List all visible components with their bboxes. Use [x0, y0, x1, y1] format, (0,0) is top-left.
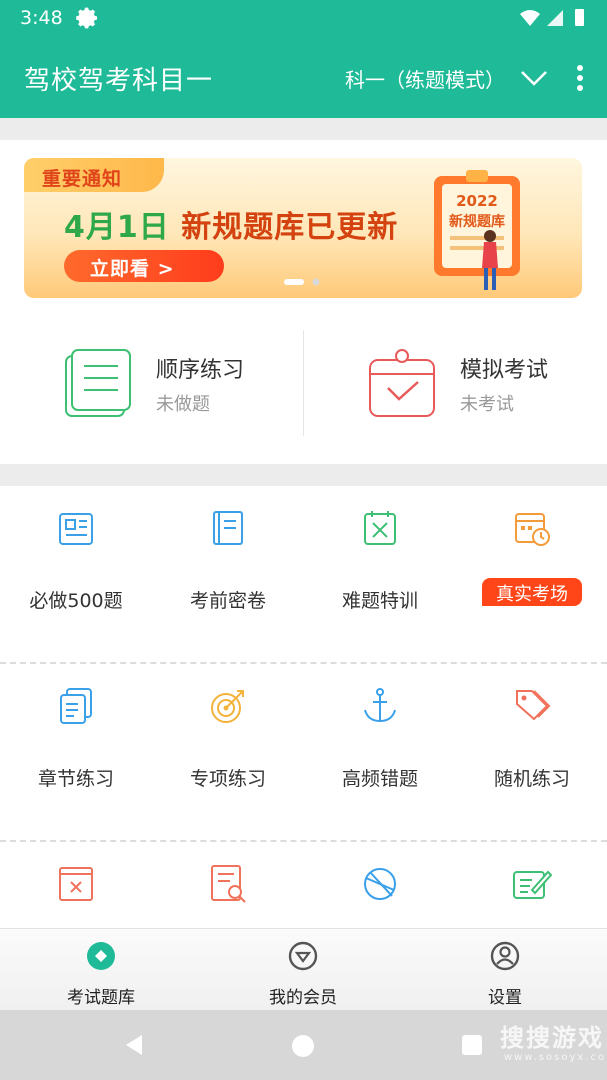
- edit-note-icon: [513, 870, 552, 899]
- nav-question-bank[interactable]: 考试题库: [0, 929, 202, 1011]
- nav-label: 设置: [488, 988, 522, 1008]
- back-icon[interactable]: [122, 1033, 146, 1057]
- book-icon: [213, 511, 243, 545]
- anchor-icon: [364, 688, 396, 723]
- practice-subtitle: 未考试: [460, 394, 514, 415]
- banner-headline-text: 新规题库已更新: [181, 210, 399, 245]
- special-practice[interactable]: 专项练习: [152, 664, 304, 842]
- battery-icon: [575, 9, 584, 26]
- settings-gear-icon: [76, 7, 97, 29]
- chapter-practice[interactable]: 章节练习: [0, 664, 152, 842]
- more-vert-icon[interactable]: [575, 64, 585, 92]
- recents-icon[interactable]: [462, 1035, 482, 1055]
- tags-icon: [516, 690, 551, 721]
- no-entry-icon: [364, 868, 396, 900]
- must-do-500[interactable]: 必做500题: [0, 486, 152, 664]
- grid-cell-3-2[interactable]: [152, 842, 304, 928]
- practice-subtitle: 未做题: [156, 394, 210, 415]
- frequent-mistakes[interactable]: 高频错题: [304, 664, 456, 842]
- status-bar: 3:48: [0, 0, 607, 36]
- wifi-icon: [520, 10, 540, 26]
- status-time: 3:48: [20, 7, 63, 29]
- sequential-practice[interactable]: 顺序练习 未做题: [64, 348, 344, 424]
- document-list-icon: [65, 349, 131, 417]
- grid-label: 章节练习: [37, 768, 114, 790]
- mode-selector[interactable]: 科一（练题模式）: [345, 62, 549, 94]
- grid-label: 必做500题: [29, 590, 123, 612]
- grid-cell-3-4[interactable]: [456, 842, 607, 928]
- pre-exam-papers[interactable]: 考前密卷: [152, 486, 304, 664]
- banner-tag: 重要通知: [24, 158, 164, 192]
- calendar-clock-icon: [515, 513, 550, 546]
- notice-banner[interactable]: 重要通知 4月1日 新规题库已更新 立即看 > 2022 新规题库: [24, 158, 582, 298]
- nav-settings[interactable]: 设置: [404, 929, 606, 1011]
- banner-art-title: 新规题库: [449, 213, 505, 230]
- banner-art-year: 2022: [456, 192, 498, 210]
- grid-row-2: 章节练习 专项练习 高频错题 随机练习: [0, 664, 607, 842]
- chevron-down-icon: [521, 71, 547, 86]
- nav-label: 我的会员: [269, 988, 337, 1008]
- practice-title: 模拟考试: [460, 358, 549, 383]
- grid-row-3: [0, 842, 607, 928]
- membership-icon: [288, 941, 318, 971]
- documents-icon: [60, 688, 92, 724]
- nav-membership[interactable]: 我的会员: [202, 929, 404, 1011]
- banner-headline-date: 4月1日: [64, 210, 170, 245]
- view-now-button[interactable]: 立即看 >: [64, 250, 224, 282]
- grid-label: 难题特训: [341, 590, 418, 612]
- mode-label: 科一（练题模式）: [345, 67, 505, 92]
- app-bar: 驾校驾考科目一 科一（练题模式）: [0, 36, 607, 118]
- watermark-url: www.sosoyx.com: [504, 1052, 607, 1063]
- random-practice[interactable]: 随机练习: [456, 664, 607, 842]
- question-bank-icon: [87, 942, 115, 970]
- nav-label: 考试题库: [67, 988, 135, 1008]
- hard-questions[interactable]: 难题特训: [304, 486, 456, 664]
- practice-row: 顺序练习 未做题 模拟考试 未考试: [0, 330, 607, 440]
- banner-headline: 4月1日 新规题库已更新: [64, 202, 398, 246]
- watermark-text: 搜搜游戏: [500, 1024, 604, 1052]
- grid-row-1: 必做500题 考前密卷 难题特训 真实考场: [0, 486, 607, 664]
- feature-grid: 必做500题 考前密卷 难题特训 真实考场 章节练习 专项练习 高频错题 随机练…: [0, 486, 607, 928]
- bottom-nav: 考试题库 我的会员 设置: [0, 928, 607, 1010]
- grid-label: 高频错题: [341, 768, 418, 790]
- system-nav-bar: 搜搜游戏 www.sosoyx.com: [0, 1010, 607, 1080]
- signal-icon: [547, 10, 563, 26]
- search-document-icon: [211, 865, 246, 903]
- grid-cell-3-3[interactable]: [304, 842, 456, 928]
- practice-title: 顺序练习: [156, 358, 245, 383]
- real-exam-badge[interactable]: 真实考场: [482, 578, 582, 606]
- question-bank-illustration: 2022 新规题库: [434, 170, 520, 290]
- divider: [303, 330, 304, 436]
- wrong-answers-icon: [59, 867, 93, 901]
- grid-cell-3-1[interactable]: [0, 842, 152, 928]
- grid-label: 随机练习: [493, 768, 570, 790]
- real-exam-room[interactable]: [456, 486, 607, 664]
- profile-icon: [490, 941, 520, 971]
- home-top-card: 重要通知 4月1日 新规题库已更新 立即看 > 2022 新规题库 顺序练习 未…: [0, 140, 607, 464]
- carousel-dots: [284, 278, 320, 286]
- exam-clipboard-icon: [369, 349, 435, 417]
- cross-paper-icon: [364, 511, 396, 545]
- newspaper-icon: [59, 513, 93, 545]
- target-icon: [211, 690, 244, 723]
- app-title: 驾校驾考科目一: [24, 66, 214, 96]
- status-icons: [520, 9, 584, 26]
- grid-label: 考前密卷: [189, 590, 266, 612]
- mock-exam[interactable]: 模拟考试 未考试: [368, 348, 607, 424]
- grid-label: 专项练习: [189, 768, 266, 790]
- home-icon[interactable]: [292, 1035, 314, 1057]
